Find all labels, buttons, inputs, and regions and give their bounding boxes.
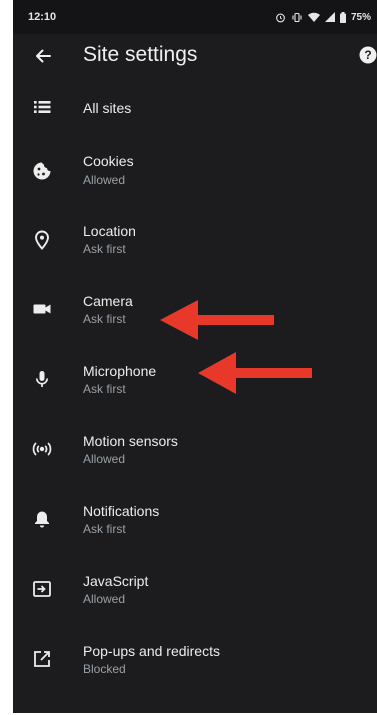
list-item-status: Allowed bbox=[83, 592, 126, 606]
list-item-motion-sensors[interactable]: Motion sensors Allowed bbox=[13, 424, 377, 492]
phone-screen: 12:10 75% Site settings ? All sites Cook… bbox=[13, 0, 377, 713]
location-pin-icon bbox=[31, 229, 53, 251]
list-item-status: Allowed bbox=[83, 173, 126, 187]
list-item-label: Notifications bbox=[83, 503, 160, 519]
list-item-label: All sites bbox=[83, 100, 132, 116]
svg-text:?: ? bbox=[364, 48, 371, 62]
status-bar: 12:10 75% bbox=[13, 0, 377, 34]
bell-icon bbox=[31, 508, 53, 530]
list-item-label: Motion sensors bbox=[83, 433, 178, 449]
list-item-label: Microphone bbox=[83, 363, 157, 379]
list-item-all-sites[interactable]: All sites bbox=[13, 82, 377, 150]
list-item-label: Pop-ups and redirects bbox=[83, 643, 220, 659]
list-icon bbox=[31, 96, 53, 118]
list-item-status: Ask first bbox=[83, 382, 126, 396]
list-item-label: JavaScript bbox=[83, 573, 149, 589]
status-icons: 75% bbox=[275, 11, 371, 23]
status-time: 12:10 bbox=[28, 11, 57, 23]
list-item-microphone[interactable]: Microphone Ask first bbox=[13, 354, 377, 422]
list-item-status: Ask first bbox=[83, 312, 126, 326]
camera-icon bbox=[31, 298, 53, 320]
app-bar: Site settings ? bbox=[13, 34, 377, 80]
code-box-icon bbox=[31, 578, 53, 600]
list-item-javascript[interactable]: JavaScript Allowed bbox=[13, 564, 377, 632]
cookie-icon bbox=[31, 160, 53, 182]
list-item-notifications[interactable]: Notifications Ask first bbox=[13, 494, 377, 562]
list-item-label: Location bbox=[83, 223, 136, 239]
signal-icon bbox=[324, 12, 335, 22]
open-in-new-icon bbox=[31, 648, 53, 670]
page-title: Site settings bbox=[83, 43, 198, 66]
list-item-status: Allowed bbox=[83, 452, 126, 466]
list-item-popups[interactable]: Pop-ups and redirects Blocked bbox=[13, 634, 377, 702]
list-item-status: Ask first bbox=[83, 242, 126, 256]
list-item-camera[interactable]: Camera Ask first bbox=[13, 284, 377, 352]
help-icon[interactable]: ? bbox=[359, 46, 377, 64]
list-item-label: Cookies bbox=[83, 153, 134, 169]
alarm-icon bbox=[275, 12, 286, 23]
list-item-label: Camera bbox=[83, 293, 133, 309]
battery-icon bbox=[339, 11, 346, 23]
list-item-cookies[interactable]: Cookies Allowed bbox=[13, 144, 377, 212]
back-arrow-icon[interactable] bbox=[33, 46, 53, 66]
wifi-icon bbox=[307, 12, 320, 22]
microphone-icon bbox=[31, 368, 53, 390]
vibrate-icon bbox=[291, 12, 303, 23]
list-item-location[interactable]: Location Ask first bbox=[13, 214, 377, 282]
list-item-status: Ask first bbox=[83, 522, 126, 536]
sensors-icon bbox=[31, 438, 53, 460]
battery-percent: 75% bbox=[350, 11, 371, 23]
list-item-status: Blocked bbox=[83, 662, 126, 676]
